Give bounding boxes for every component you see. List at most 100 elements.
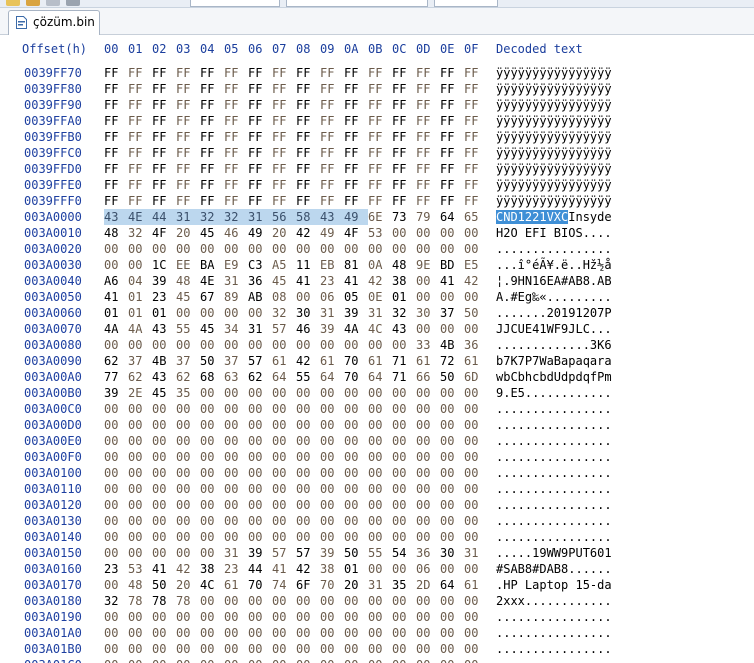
- hex-byte[interactable]: 00: [440, 417, 454, 433]
- hex-row[interactable]: 003A01C0 00 00 00 00 00 00 00 00 00 00 00 00 00 00 00 00…: [0, 657, 754, 663]
- hex-byte[interactable]: FF: [320, 145, 334, 161]
- hex-byte[interactable]: FF: [368, 193, 382, 209]
- hex-byte[interactable]: FF: [416, 97, 430, 113]
- hex-byte[interactable]: FF: [224, 161, 238, 177]
- hex-byte[interactable]: 00: [416, 289, 430, 305]
- hex-byte[interactable]: 00: [272, 593, 286, 609]
- hex-byte[interactable]: 00: [128, 401, 142, 417]
- hex-byte[interactable]: 45: [176, 289, 190, 305]
- hex-byte[interactable]: 62: [104, 353, 118, 369]
- hex-row[interactable]: 003A0160 23 53 41 42 38 23 44 41 42 38 01 00 00 06 00 00…: [0, 561, 754, 577]
- hex-byte[interactable]: 00: [176, 625, 190, 641]
- hex-byte[interactable]: 00: [416, 625, 430, 641]
- hex-byte[interactable]: 00: [104, 625, 118, 641]
- hex-byte[interactable]: 20: [176, 577, 190, 593]
- hex-byte[interactable]: FF: [368, 81, 382, 97]
- hex-byte[interactable]: 23: [224, 561, 238, 577]
- hex-byte[interactable]: 00: [272, 241, 286, 257]
- hex-byte[interactable]: 00: [272, 417, 286, 433]
- hex-byte[interactable]: 00: [104, 513, 118, 529]
- hex-byte[interactable]: 00: [368, 625, 382, 641]
- hex-byte[interactable]: 00: [176, 449, 190, 465]
- hex-byte[interactable]: FF: [200, 97, 214, 113]
- hex-row[interactable]: 003A0070 4A 4A 43 55 45 34 31 57 46 39 4A 4C 43 00 00 00…: [0, 321, 754, 337]
- hex-byte[interactable]: 4E: [200, 273, 214, 289]
- hex-byte[interactable]: 00: [272, 657, 286, 663]
- hex-byte[interactable]: FF: [128, 65, 142, 81]
- hex-byte[interactable]: FF: [104, 97, 118, 113]
- hex-byte[interactable]: 00: [440, 497, 454, 513]
- hex-byte[interactable]: 00: [416, 513, 430, 529]
- hex-byte[interactable]: FF: [368, 145, 382, 161]
- hex-byte[interactable]: 00: [272, 385, 286, 401]
- hex-byte[interactable]: 45: [200, 225, 214, 241]
- hex-byte[interactable]: 00: [392, 513, 406, 529]
- hex-byte[interactable]: 4C: [368, 321, 382, 337]
- hex-byte-selected[interactable]: 44: [152, 209, 176, 225]
- hex-byte[interactable]: 00: [464, 289, 478, 305]
- hex-byte[interactable]: 00: [128, 257, 142, 273]
- hex-byte[interactable]: FF: [104, 113, 118, 129]
- hex-byte[interactable]: FF: [104, 65, 118, 81]
- hex-byte[interactable]: FF: [104, 161, 118, 177]
- decoded-text[interactable]: ...î°éÃ¥.ë..Hž½å: [496, 257, 612, 273]
- hex-byte[interactable]: FF: [416, 145, 430, 161]
- hex-byte[interactable]: 04: [128, 273, 142, 289]
- decoded-text[interactable]: CND1221VXCInsyde: [496, 209, 612, 225]
- settings-icon[interactable]: [46, 0, 60, 6]
- hex-byte[interactable]: 00: [344, 401, 358, 417]
- hex-byte[interactable]: 00: [272, 609, 286, 625]
- hex-byte[interactable]: FF: [200, 145, 214, 161]
- hex-byte[interactable]: 00: [128, 657, 142, 663]
- hex-byte[interactable]: FF: [272, 65, 286, 81]
- hex-byte[interactable]: FF: [416, 177, 430, 193]
- hex-byte[interactable]: FF: [224, 145, 238, 161]
- hex-byte[interactable]: FF: [392, 81, 406, 97]
- hex-byte[interactable]: 00: [464, 529, 478, 545]
- hex-byte[interactable]: 00: [392, 625, 406, 641]
- hex-byte[interactable]: 00: [320, 433, 334, 449]
- hex-byte[interactable]: 30: [440, 545, 454, 561]
- decoded-text[interactable]: ¦.9HN16EA#AB8.AB: [496, 273, 612, 289]
- hex-byte[interactable]: 06: [416, 561, 430, 577]
- hex-byte[interactable]: FF: [272, 81, 286, 97]
- hex-byte[interactable]: 61: [272, 353, 286, 369]
- hex-byte[interactable]: FF: [272, 161, 286, 177]
- decoded-text[interactable]: 2xxx............: [496, 593, 612, 609]
- hex-byte-selected[interactable]: 32: [200, 209, 224, 225]
- hex-byte[interactable]: 00: [224, 337, 238, 353]
- hex-row[interactable]: 003A0180 32 78 78 78 00 00 00 00 00 00 00 00 00 00 00 00…: [0, 593, 754, 609]
- hex-byte[interactable]: 4C: [200, 577, 214, 593]
- hex-byte[interactable]: FF: [248, 177, 262, 193]
- hex-byte[interactable]: 00: [416, 641, 430, 657]
- hex-byte[interactable]: 37: [176, 353, 190, 369]
- hex-byte[interactable]: 00: [464, 641, 478, 657]
- hex-byte[interactable]: A5: [272, 257, 286, 273]
- hex-byte[interactable]: FF: [128, 129, 142, 145]
- folder-icon[interactable]: [6, 0, 20, 6]
- hex-byte[interactable]: 00: [296, 401, 310, 417]
- hex-byte[interactable]: 00: [416, 433, 430, 449]
- hex-byte[interactable]: 00: [152, 641, 166, 657]
- hex-byte[interactable]: FF: [464, 129, 478, 145]
- hex-byte[interactable]: 00: [272, 449, 286, 465]
- hex-byte[interactable]: 00: [224, 529, 238, 545]
- hex-byte[interactable]: 00: [368, 465, 382, 481]
- hex-byte[interactable]: FF: [344, 193, 358, 209]
- hex-byte[interactable]: 00: [344, 449, 358, 465]
- hex-byte[interactable]: 06: [320, 289, 334, 305]
- decoded-text[interactable]: ................: [496, 657, 612, 663]
- hex-byte[interactable]: 00: [104, 241, 118, 257]
- hex-byte[interactable]: 45: [200, 321, 214, 337]
- hex-byte[interactable]: 00: [368, 561, 382, 577]
- hex-byte[interactable]: 33: [416, 337, 430, 353]
- hex-byte[interactable]: 00: [320, 417, 334, 433]
- hex-byte[interactable]: 00: [296, 289, 310, 305]
- hex-byte[interactable]: 00: [320, 449, 334, 465]
- hex-byte[interactable]: 48: [176, 273, 190, 289]
- hex-byte[interactable]: 00: [416, 385, 430, 401]
- hex-byte[interactable]: 00: [440, 465, 454, 481]
- hex-byte[interactable]: 00: [296, 529, 310, 545]
- hex-byte[interactable]: FF: [128, 113, 142, 129]
- decoded-text[interactable]: 9.E5............: [496, 385, 612, 401]
